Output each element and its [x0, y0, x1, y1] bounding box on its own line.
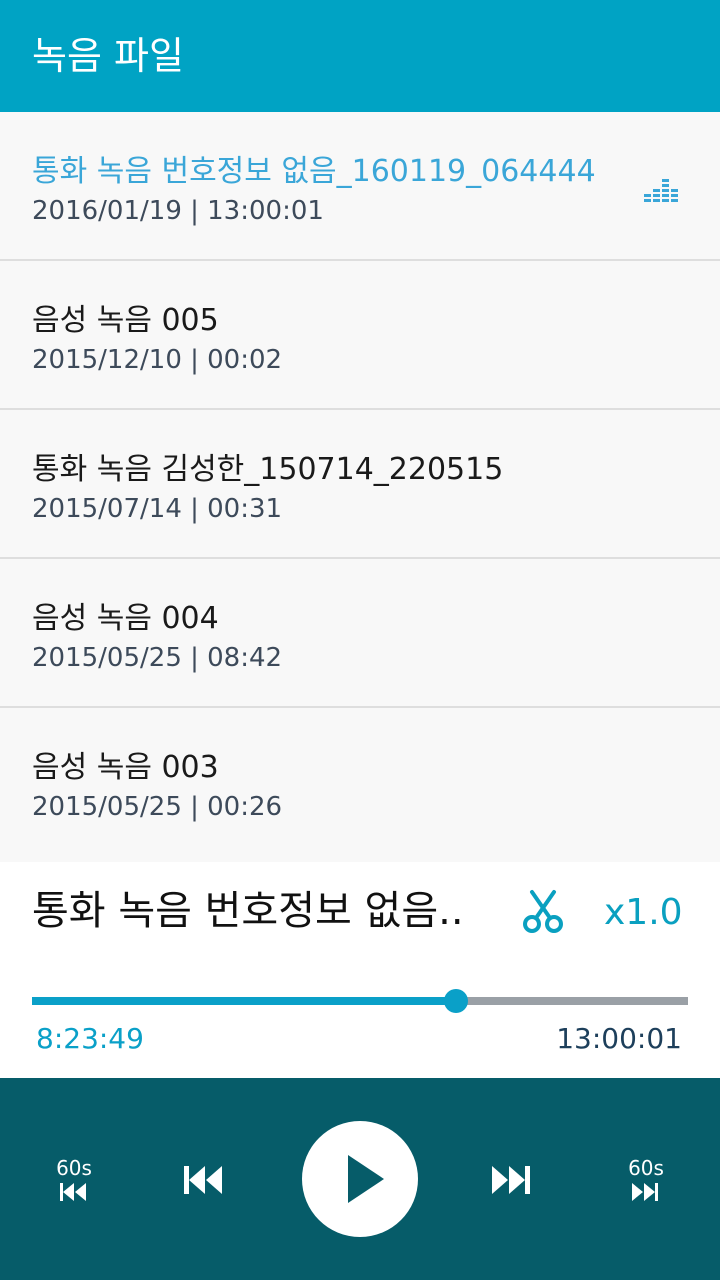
skip-next-icon[interactable] [490, 1164, 532, 1196]
page-title: 녹음 파일 [32, 34, 184, 78]
list-item[interactable]: 통화 녹음 번호정보 없음_160119_064444 2016/01/19 |… [0, 112, 720, 261]
mini-player: 통화 녹음 번호정보 없음.. x1.0 8:23:49 13:00:01 [0, 862, 720, 1078]
list-item[interactable]: 음성 녹음 004 2015/05/25 | 08:42 [0, 559, 720, 708]
now-playing-title: 통화 녹음 번호정보 없음.. [32, 888, 464, 934]
list-item[interactable]: 음성 녹음 003 2015/05/25 | 00:26 [0, 708, 720, 857]
forward-60s-button[interactable]: 60s [616, 1156, 676, 1208]
recording-meta: 2015/07/14 | 00:31 [32, 494, 283, 524]
rewind-60s-button[interactable]: 60s [44, 1156, 104, 1208]
list-item[interactable]: 통화 녹음 김성한_150714_220515 2015/07/14 | 00:… [0, 410, 720, 559]
playback-speed-button[interactable]: x1.0 [604, 892, 683, 933]
recording-meta: 2015/05/25 | 00:26 [32, 792, 283, 822]
app-bar: 녹음 파일 [0, 0, 720, 112]
rewind-60s-icon [60, 1183, 86, 1201]
rewind-label: 60s [56, 1156, 92, 1180]
recording-list: 통화 녹음 번호정보 없음_160119_064444 2016/01/19 |… [0, 112, 720, 862]
play-button[interactable] [302, 1121, 418, 1237]
scissors-icon[interactable] [520, 888, 566, 934]
equalizer-icon [644, 179, 678, 202]
recording-meta: 2016/01/19 | 13:00:01 [32, 196, 324, 226]
seek-bar-progress [32, 997, 457, 1005]
recording-name: 통화 녹음 번호정보 없음_160119_064444 [32, 154, 596, 189]
recording-name: 음성 녹음 003 [32, 750, 219, 785]
play-icon [348, 1155, 384, 1203]
current-time: 8:23:49 [36, 1022, 144, 1055]
recording-meta: 2015/05/25 | 08:42 [32, 643, 283, 673]
recording-name: 음성 녹음 005 [32, 303, 219, 338]
recording-name: 음성 녹음 004 [32, 601, 219, 636]
forward-label: 60s [628, 1156, 664, 1180]
playback-controls: 60s 60s [0, 1078, 720, 1280]
recording-name: 통화 녹음 김성한_150714_220515 [32, 452, 504, 487]
total-time: 13:00:01 [556, 1022, 682, 1055]
list-item[interactable]: 음성 녹음 005 2015/12/10 | 00:02 [0, 261, 720, 410]
seek-thumb[interactable] [444, 989, 469, 1013]
forward-60s-icon [632, 1183, 658, 1201]
skip-previous-icon[interactable] [182, 1164, 224, 1196]
seek-bar[interactable] [32, 997, 688, 1005]
recording-meta: 2015/12/10 | 00:02 [32, 345, 283, 375]
